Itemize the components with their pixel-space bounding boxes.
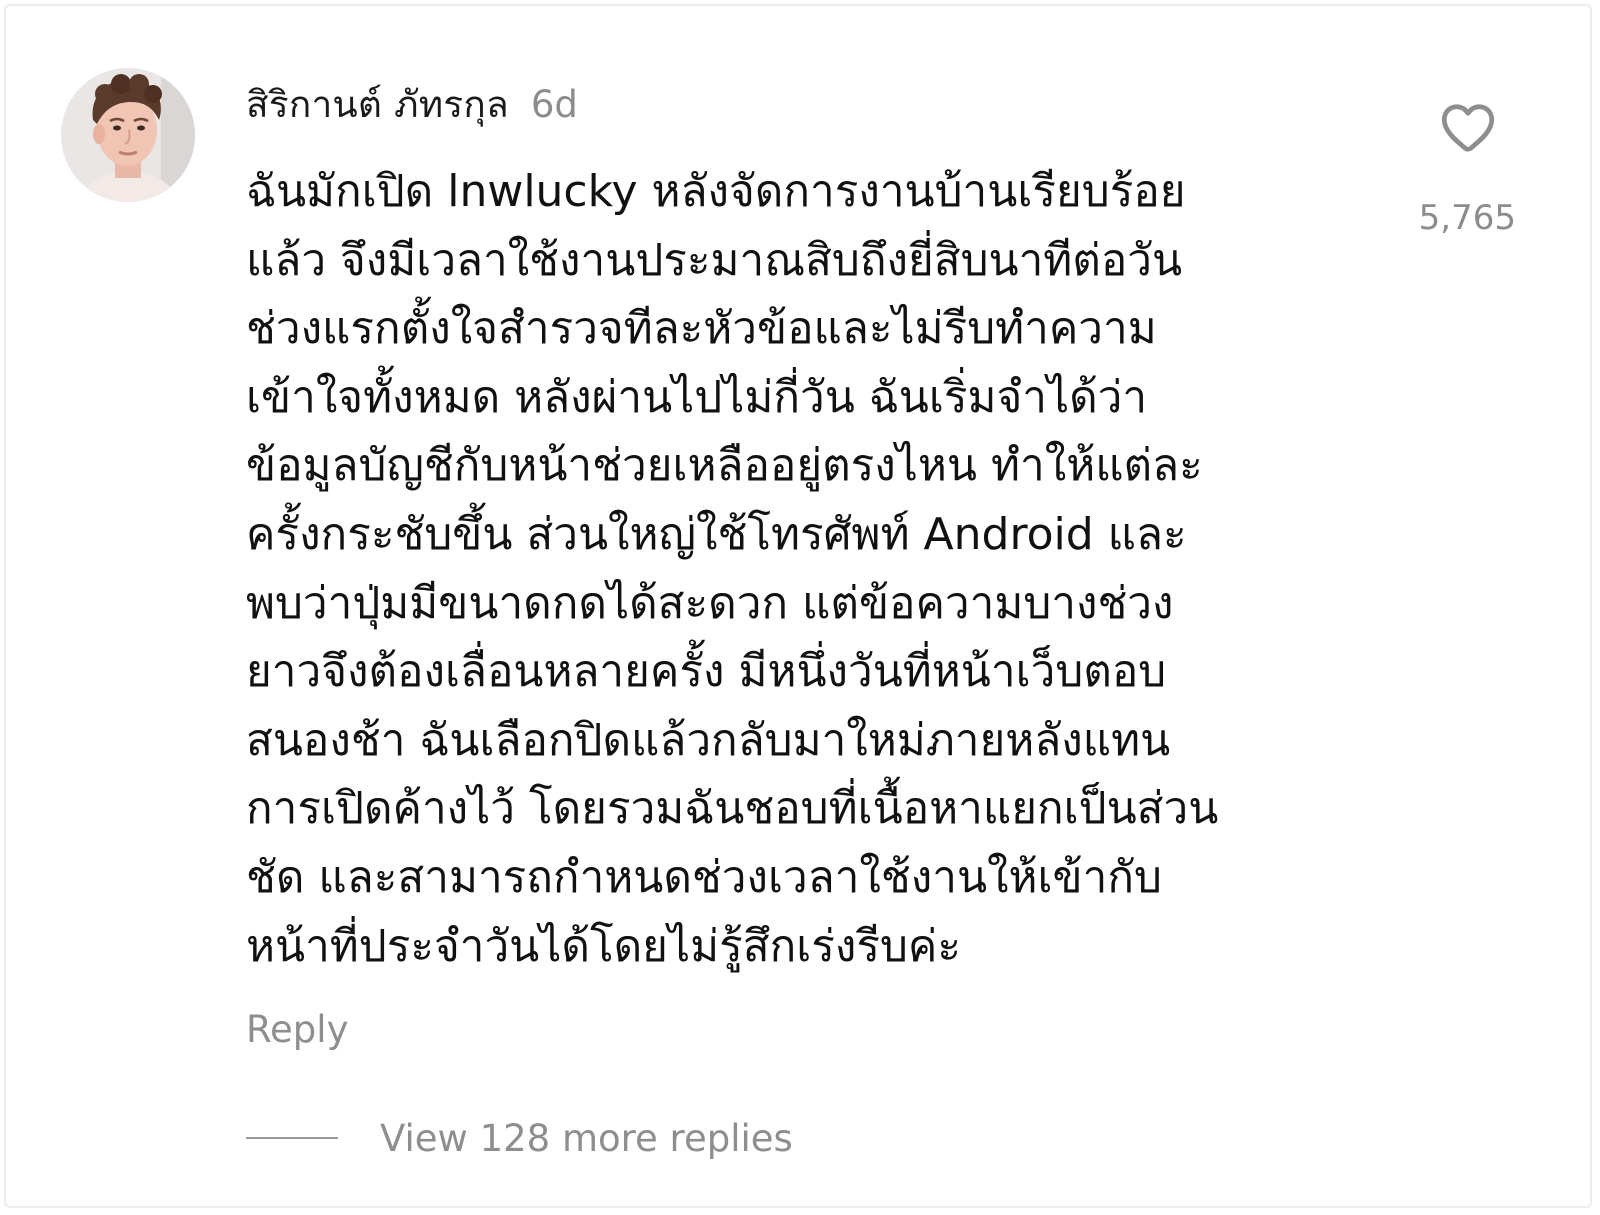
comment-header: สิริกานต์ ภัทรกุล 6d bbox=[246, 76, 578, 132]
author-name[interactable]: สิริกานต์ ภัทรกุล bbox=[246, 75, 509, 134]
view-more-replies-button[interactable]: View 128 more replies bbox=[246, 1112, 793, 1164]
comment-text-line: สนองช้า ฉันเลือกปิดแล้วกลับมาใหม่ภายหลัง… bbox=[246, 714, 1171, 766]
like-area: 5,765 bbox=[1406, 98, 1536, 258]
avatar-photo bbox=[61, 68, 195, 202]
comment-text-line: การเปิดค้างไว้ โดยรวมฉันชอบที่เนื้อหาแยก… bbox=[246, 783, 1219, 835]
comment-text-line: ชัด และสามารถกำหนดช่วงเวลาใช้งานให้เข้าก… bbox=[246, 851, 1162, 903]
comment-text-line: พบว่าปุ่มมีขนาดกดได้สะดวก แต่ข้อความบางช… bbox=[246, 577, 1174, 629]
comment-card: สิริกานต์ ภัทรกุล 6d ฉันมักเปิด lnwlucky… bbox=[4, 4, 1592, 1208]
avatar[interactable] bbox=[61, 68, 195, 202]
reply-button[interactable]: Reply bbox=[246, 1008, 348, 1051]
comment-text-line: ช่วงแรกตั้งใจสำรวจทีละหัวข้อและไม่รีบทำค… bbox=[246, 303, 1157, 355]
comment-text-line: ข้อมูลบัญชีกับหน้าช่วยเหลืออยู่ตรงไหน ทำ… bbox=[246, 440, 1203, 492]
comment-text-line: หน้าที่ประจำวันได้โดยไม่รู้สึกเร่งรีบค่ะ bbox=[246, 920, 961, 972]
comment-text-line: ครั้งกระชับขึ้น ส่วนใหญ่ใช้โทรศัพท์ Andr… bbox=[246, 508, 1187, 560]
comment-text: ฉันมักเปิด lnwlucky หลังจัดการงานบ้านเรี… bbox=[246, 158, 1366, 981]
comment-text-line: ยาวจึงต้องเลื่อนหลายครั้ง มีหนึ่งวันที่ห… bbox=[246, 646, 1167, 698]
comment-text-line: แล้ว จึงมีเวลาใช้งานประมาณสิบถึงยี่สิบนา… bbox=[246, 234, 1183, 286]
comment-timestamp: 6d bbox=[530, 82, 578, 126]
heart-outline-icon bbox=[1441, 104, 1495, 152]
comment-text-line: เข้าใจทั้งหมด หลังผ่านไปไม่กี่วัน ฉันเริ… bbox=[246, 371, 1148, 423]
view-more-replies-label: View 128 more replies bbox=[380, 1116, 793, 1160]
like-button[interactable] bbox=[1438, 98, 1498, 158]
comment-text-line: ฉันมักเปิด lnwlucky หลังจัดการงานบ้านเรี… bbox=[246, 166, 1186, 217]
replies-divider bbox=[246, 1137, 338, 1139]
like-count: 5,765 bbox=[1418, 198, 1516, 238]
